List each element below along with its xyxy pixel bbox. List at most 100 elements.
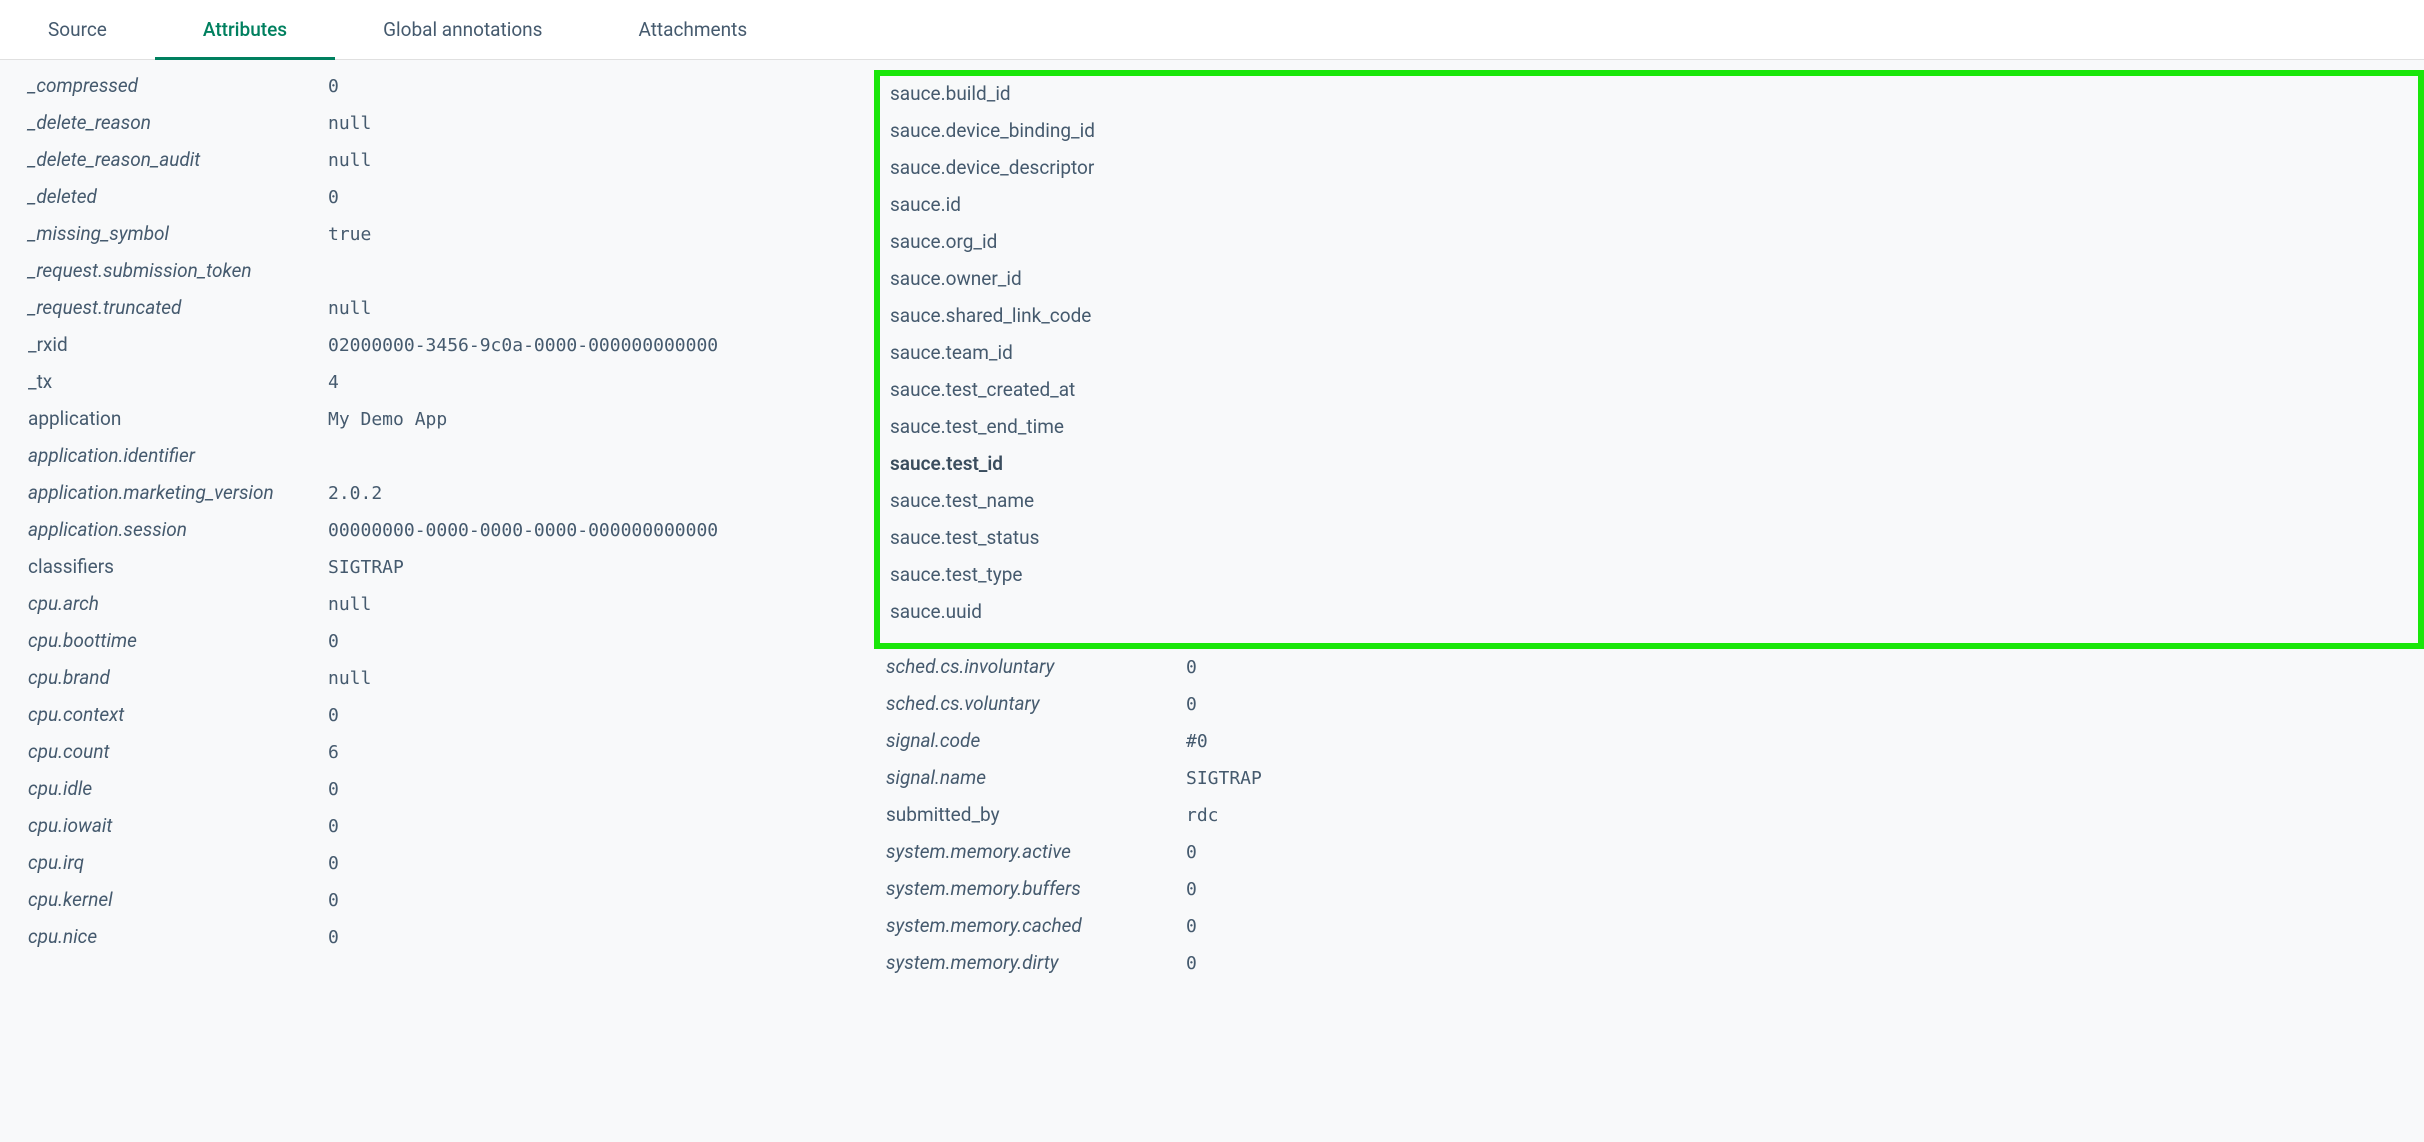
attribute-row[interactable]: _delete_reason_auditnull (28, 148, 886, 185)
attribute-row[interactable]: sauce.owner_id (890, 267, 2404, 304)
attribute-row[interactable]: sauce.test_end_time (890, 415, 2404, 452)
attribute-row[interactable]: sauce.team_id (890, 341, 2404, 378)
attribute-key: sauce.test_status (890, 526, 1039, 549)
attribute-key: _missing_symbol (28, 222, 328, 245)
attribute-value: null (328, 668, 371, 689)
highlighted-attributes-box: sauce.build_idsauce.device_binding_idsau… (874, 70, 2424, 649)
attribute-row[interactable]: sauce.shared_link_code (890, 304, 2404, 341)
attribute-value: 4 (328, 372, 339, 393)
attribute-row[interactable]: _tx4 (28, 370, 886, 407)
attribute-row[interactable]: system.memory.active0 (886, 840, 2424, 877)
attribute-key: system.memory.dirty (886, 951, 1186, 974)
attribute-key: signal.name (886, 766, 1186, 789)
attribute-value: 0 (1186, 879, 1197, 900)
attribute-value: true (328, 224, 371, 245)
attribute-key: sauce.org_id (890, 230, 997, 253)
attribute-key: application.session (28, 518, 328, 541)
attribute-value: 00000000-0000-0000-0000-000000000000 (328, 520, 718, 541)
attribute-key: signal.code (886, 729, 1186, 752)
attribute-value: My Demo App (328, 409, 447, 430)
attribute-row[interactable]: _request.submission_token (28, 259, 886, 296)
attribute-value: null (328, 150, 371, 171)
attribute-key: sauce.team_id (890, 341, 1013, 364)
attribute-row[interactable]: _compressed0 (28, 74, 886, 111)
tabs-container: Source Attributes Global annotations Att… (0, 0, 2424, 60)
attribute-key: cpu.brand (28, 666, 328, 689)
attribute-value: 0 (328, 853, 339, 874)
attribute-value: 0 (1186, 657, 1197, 678)
attribute-row[interactable]: sauce.org_id (890, 230, 2404, 267)
tab-source[interactable]: Source (0, 0, 155, 59)
attribute-row[interactable]: applicationMy Demo App (28, 407, 886, 444)
attribute-key: classifiers (28, 555, 328, 578)
attribute-row[interactable]: _request.truncatednull (28, 296, 886, 333)
attribute-row[interactable]: sauce.id (890, 193, 2404, 230)
attribute-row[interactable]: system.memory.cached0 (886, 914, 2424, 951)
attribute-row[interactable]: sched.cs.involuntary0 (886, 655, 2424, 692)
attribute-row[interactable]: _deleted0 (28, 185, 886, 222)
attribute-key: sauce.test_end_time (890, 415, 1064, 438)
attribute-row[interactable]: _rxid02000000-3456-9c0a-0000-00000000000… (28, 333, 886, 370)
attribute-value: 02000000-3456-9c0a-0000-000000000000 (328, 335, 718, 356)
attribute-row[interactable]: sauce.test_name (890, 489, 2404, 526)
attribute-row[interactable]: cpu.count6 (28, 740, 886, 777)
attribute-key: sauce.device_binding_id (890, 119, 1095, 142)
attribute-key: system.memory.cached (886, 914, 1186, 937)
attribute-row[interactable]: classifiersSIGTRAP (28, 555, 886, 592)
attribute-row[interactable]: sauce.device_descriptor (890, 156, 2404, 193)
attribute-row[interactable]: system.memory.buffers0 (886, 877, 2424, 914)
attribute-row[interactable]: sauce.build_id (890, 82, 2404, 119)
attribute-row[interactable]: cpu.kernel0 (28, 888, 886, 925)
attribute-row[interactable]: cpu.iowait0 (28, 814, 886, 851)
attribute-key: sauce.test_id (890, 452, 1003, 475)
attribute-value: 0 (1186, 694, 1197, 715)
tab-global-annotations[interactable]: Global annotations (335, 0, 590, 59)
attribute-key: cpu.arch (28, 592, 328, 615)
attribute-key: cpu.count (28, 740, 328, 763)
attribute-row[interactable]: cpu.archnull (28, 592, 886, 629)
attribute-row[interactable]: sauce.test_id (890, 452, 2404, 489)
attribute-row[interactable]: sauce.test_type (890, 563, 2404, 600)
attribute-row[interactable]: system.memory.dirty0 (886, 951, 2424, 988)
attribute-value: 0 (328, 631, 339, 652)
attribute-row[interactable]: signal.code#0 (886, 729, 2424, 766)
attribute-key: _compressed (28, 74, 328, 97)
attribute-key: sauce.id (890, 193, 961, 216)
attribute-row[interactable]: cpu.nice0 (28, 925, 886, 962)
attribute-row[interactable]: sauce.device_binding_id (890, 119, 2404, 156)
tab-attributes[interactable]: Attributes (155, 0, 335, 59)
attribute-key: cpu.boottime (28, 629, 328, 652)
attribute-key: sauce.shared_link_code (890, 304, 1091, 327)
attribute-row[interactable]: cpu.brandnull (28, 666, 886, 703)
attribute-row[interactable]: cpu.irq0 (28, 851, 886, 888)
attribute-key: application.identifier (28, 444, 328, 467)
attribute-key: cpu.idle (28, 777, 328, 800)
attribute-row[interactable]: application.session00000000-0000-0000-00… (28, 518, 886, 555)
attribute-row[interactable]: signal.nameSIGTRAP (886, 766, 2424, 803)
attributes-content: _compressed0_delete_reasonnull_delete_re… (0, 60, 2424, 988)
tab-attachments[interactable]: Attachments (590, 0, 795, 59)
attribute-value: 0 (328, 779, 339, 800)
attribute-key: _request.truncated (28, 296, 328, 319)
attribute-key: submitted_by (886, 803, 1186, 826)
attribute-row[interactable]: _delete_reasonnull (28, 111, 886, 148)
attribute-value: 0 (328, 705, 339, 726)
attribute-row[interactable]: sauce.test_status (890, 526, 2404, 563)
attribute-key: sauce.device_descriptor (890, 156, 1094, 179)
attribute-row[interactable]: sched.cs.voluntary0 (886, 692, 2424, 729)
attribute-row[interactable]: _missing_symboltrue (28, 222, 886, 259)
attribute-row[interactable]: cpu.idle0 (28, 777, 886, 814)
attribute-row[interactable]: application.identifier (28, 444, 886, 481)
attribute-row[interactable]: sauce.test_created_at (890, 378, 2404, 415)
attributes-column-right: sauce.build_idsauce.device_binding_idsau… (886, 74, 2424, 988)
attribute-row[interactable]: sauce.uuid (890, 600, 2404, 637)
attribute-row[interactable]: application.marketing_version2.0.2 (28, 481, 886, 518)
attribute-row[interactable]: cpu.boottime0 (28, 629, 886, 666)
attribute-key: _request.submission_token (28, 259, 328, 282)
attribute-value: 0 (328, 816, 339, 837)
attribute-value: null (328, 594, 371, 615)
attribute-row[interactable]: submitted_byrdc (886, 803, 2424, 840)
attribute-key: system.memory.active (886, 840, 1186, 863)
attribute-row[interactable]: cpu.context0 (28, 703, 886, 740)
attribute-key: sauce.test_created_at (890, 378, 1075, 401)
